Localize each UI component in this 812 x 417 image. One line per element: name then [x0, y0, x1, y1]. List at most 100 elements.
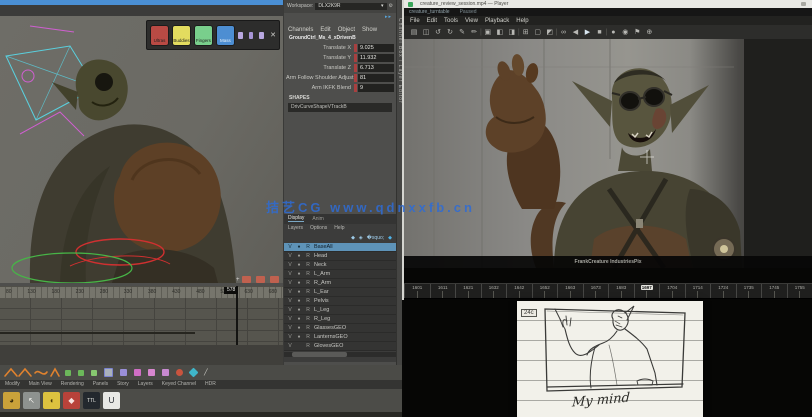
layer-row[interactable]: V●RL_Leg: [284, 306, 397, 315]
marker-icon[interactable]: ◉: [619, 28, 631, 36]
current-frame-cell[interactable]: 1697: [634, 284, 660, 298]
ttl-icon[interactable]: TTL: [83, 392, 100, 409]
layer-row[interactable]: V RGlovesGEO: [284, 342, 397, 351]
pencil-icon[interactable]: ╱: [204, 370, 208, 376]
menu-show[interactable]: Show: [362, 27, 377, 33]
layer-row[interactable]: V●RNeck: [284, 261, 397, 270]
anim-picker-window[interactable]: Ultras Buddies Fingers Mass ✕: [146, 20, 280, 50]
zoom-icon[interactable]: ⊕: [643, 28, 655, 36]
channel-value-field[interactable]: 6.713: [358, 64, 394, 72]
frame-cell[interactable]: 1601: [404, 284, 430, 298]
frame-cell[interactable]: 1611: [430, 284, 456, 298]
record-icon[interactable]: ●: [607, 29, 619, 36]
shelf-menu-item[interactable]: Modify: [5, 382, 20, 387]
u-app-icon[interactable]: U: [103, 392, 120, 409]
layer-row[interactable]: V●RR_Arm: [284, 279, 397, 288]
frame-cell[interactable]: 1735: [736, 284, 762, 298]
open-icon[interactable]: ▤: [408, 28, 420, 36]
shelf-menu-item[interactable]: Keyed Channel: [162, 382, 196, 387]
picker-tool-icon[interactable]: [249, 32, 254, 39]
layer-scrollbar[interactable]: [284, 352, 397, 357]
menu-edit[interactable]: Edit: [427, 18, 437, 24]
fullscreen-icon[interactable]: ▢: [532, 28, 544, 36]
frame-cell[interactable]: 1632: [481, 284, 507, 298]
layer-row[interactable]: V●RBaseAll: [284, 243, 397, 252]
move-layer-up-icon[interactable]: �squo;: [367, 236, 384, 241]
empty-layer-icon[interactable]: ◆: [388, 236, 392, 241]
picker-tool-icon[interactable]: [238, 32, 243, 39]
shelf-menu-item[interactable]: HDR: [205, 382, 216, 387]
tangent-preset-icons[interactable]: [3, 366, 61, 379]
layer-row[interactable]: V●RHead: [284, 252, 397, 261]
lattice-icon[interactable]: [148, 369, 155, 376]
layout-split-icon[interactable]: ◧: [494, 28, 506, 36]
channel-value-field[interactable]: 81: [358, 74, 394, 82]
frame-cell[interactable]: 1724: [710, 284, 736, 298]
compare-icon[interactable]: ◩: [544, 28, 556, 36]
undo-icon[interactable]: ↺: [432, 28, 444, 36]
frame-cell[interactable]: 1663: [557, 284, 583, 298]
new-layer-icon[interactable]: ◆: [351, 236, 355, 241]
save-icon[interactable]: ◫: [420, 28, 432, 36]
play-icon[interactable]: ▶: [581, 28, 593, 36]
stop-icon[interactable]: ■: [593, 29, 605, 36]
picker-tool-icon[interactable]: [259, 32, 264, 39]
tab-display[interactable]: Display: [288, 216, 304, 222]
picker-button-red[interactable]: Ultras: [150, 25, 169, 46]
frame-cell[interactable]: 1683: [608, 284, 634, 298]
menu-view[interactable]: View: [465, 18, 478, 24]
cursor-icon[interactable]: ↖: [23, 392, 40, 409]
graph-button[interactable]: [256, 276, 265, 283]
filter-icon[interactable]: [189, 368, 199, 378]
channel-value-field[interactable]: 11.932: [358, 54, 394, 62]
channel-value-field[interactable]: 9: [358, 84, 394, 92]
key-icon[interactable]: [65, 370, 71, 376]
key-icon[interactable]: [91, 370, 97, 376]
snap-icon[interactable]: [120, 369, 127, 376]
menu-channels[interactable]: Channels: [288, 27, 313, 33]
shelf-menu-item[interactable]: Panels: [93, 382, 108, 387]
frame-cell[interactable]: 1704: [659, 284, 685, 298]
timeline-ruler[interactable]: 80 130 180 230 280 330 380 430 480 530 6…: [0, 286, 283, 298]
frame-cell[interactable]: 1714: [685, 284, 711, 298]
player-titlebar[interactable]: creature_review_session.mp4 — Player: [404, 0, 812, 8]
render-viewer[interactable]: FrankCreature IndustriesPix: [404, 39, 812, 268]
filmstrip-timeline[interactable]: 1601 1611 1621 1632 1642 1652 1663 1673 …: [404, 283, 812, 299]
panel-collapse-arrows-icon[interactable]: ▸▸: [385, 15, 392, 20]
menu-playback[interactable]: Playback: [485, 18, 509, 24]
prev-frame-icon[interactable]: ◀: [569, 28, 581, 36]
paint-icon[interactable]: ◖: [43, 392, 60, 409]
menu-edit[interactable]: Edit: [320, 27, 330, 33]
layer-row[interactable]: V●RGlassesGEO: [284, 324, 397, 333]
workspace-gear-icon[interactable]: ⚙: [389, 4, 393, 9]
menu-file[interactable]: File: [410, 18, 420, 24]
shelf-menu-item[interactable]: Rendering: [61, 382, 84, 387]
lattice-icon[interactable]: [134, 369, 141, 376]
buffer-icon[interactable]: [104, 368, 113, 377]
layer-row[interactable]: V●RR_Leg: [284, 315, 397, 324]
tab-anim[interactable]: Anim: [312, 217, 323, 222]
frame-cell[interactable]: 1652: [532, 284, 558, 298]
frame-cell[interactable]: 1745: [761, 284, 787, 298]
layout-right-icon[interactable]: ◨: [506, 28, 518, 36]
zbrush-icon[interactable]: ◆: [63, 392, 80, 409]
selected-object-name[interactable]: GroundCtrl_Ms_4_xDrivenB: [284, 34, 396, 43]
graph-button[interactable]: [270, 276, 279, 283]
menu-options[interactable]: Options: [310, 226, 327, 231]
new-layer-selected-icon[interactable]: ◈: [359, 236, 363, 241]
redo-icon[interactable]: ↻: [444, 28, 456, 36]
shape-node-name[interactable]: DrivCurveShapeVTrackB: [288, 103, 392, 112]
key-icon[interactable]: [78, 370, 84, 376]
pen-icon[interactable]: ✏: [468, 28, 480, 36]
menu-help[interactable]: Help: [334, 226, 344, 231]
graph-editor-grid[interactable]: [0, 298, 283, 345]
channel-value-field[interactable]: 9.025: [358, 44, 394, 52]
frame-cell[interactable]: 1673: [583, 284, 609, 298]
close-icon[interactable]: ✕: [270, 32, 276, 39]
maya-viewport[interactable]: [0, 16, 283, 283]
paint-icon[interactable]: [162, 369, 169, 376]
graph-button[interactable]: [242, 276, 251, 283]
current-frame-line[interactable]: [236, 286, 238, 345]
frame-cell[interactable]: 1621: [455, 284, 481, 298]
brush-icon[interactable]: ✎: [456, 28, 468, 36]
